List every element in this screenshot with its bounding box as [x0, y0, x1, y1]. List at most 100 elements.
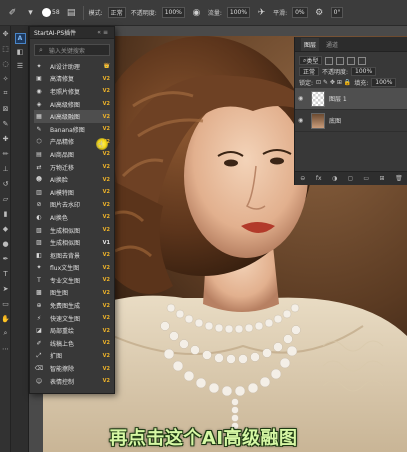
link-layers-icon[interactable]: ⊖ — [300, 175, 305, 182]
plugin-item[interactable]: ◉ 老照片修复 V2 — [34, 85, 110, 98]
smoothing-input[interactable]: 0% — [292, 7, 308, 18]
visibility-eye-icon[interactable]: ◉ — [298, 117, 307, 124]
visibility-eye-icon[interactable]: ◉ — [298, 95, 307, 102]
version-badge: V2 — [102, 264, 110, 271]
layer-opacity-input[interactable]: 100% — [351, 67, 377, 76]
photoshop-plugin-icon[interactable]: A — [11, 31, 29, 45]
path-select-tool-icon[interactable]: ➤ — [0, 281, 11, 296]
version-badge: V2 — [102, 201, 110, 208]
plugin-item[interactable]: T 专业文生图 V2 — [34, 274, 110, 287]
hd-icon: ▣ — [36, 75, 42, 83]
plugin-item[interactable]: ◈ AI高级修图 V2 — [34, 98, 110, 111]
plugin-item[interactable]: ⊘ 图片去水印 V2 — [34, 199, 110, 212]
fill-input[interactable]: 100% — [371, 78, 397, 87]
fx-icon[interactable]: fx — [316, 175, 322, 182]
eraser-tool-icon[interactable]: ✐ — [6, 6, 19, 19]
healing-tool-icon[interactable]: ✚ — [0, 131, 11, 146]
smart-erase-icon: ⌫ — [34, 365, 44, 373]
layer-row-background[interactable]: ◉ 底图 — [295, 110, 407, 132]
tab-layers[interactable]: 图层 — [301, 38, 320, 51]
adjust-filter-icon[interactable] — [336, 56, 345, 65]
version-badge: V2 — [102, 352, 110, 359]
type-filter-icon[interactable] — [347, 56, 356, 65]
dropdown-arrow-icon[interactable]: ▾ — [24, 6, 37, 19]
fill-label: 填充: — [354, 80, 369, 87]
pixel-filter-icon[interactable] — [325, 56, 334, 65]
version-badge: V2 — [102, 189, 110, 196]
lock-icons[interactable]: ⊡ ✎ ✥ ⊞ 🔒 — [316, 79, 351, 86]
plugin-item[interactable]: ▣ 高清修复 V2 — [34, 73, 110, 86]
plugin-item[interactable]: ▥ AI模特图 V2 — [34, 186, 110, 199]
type-tool-icon[interactable]: T — [0, 266, 11, 281]
adjustment-icon[interactable]: ◻ — [348, 175, 353, 182]
plugin-item[interactable]: ▨ 生成相似图 V1 — [34, 236, 110, 249]
panel-controls-icon[interactable]: «≡ — [97, 29, 110, 36]
angle-input[interactable]: 0° — [330, 7, 344, 18]
plugin-item[interactable]: ✦ AI设计助理 👑 — [34, 60, 110, 73]
move-tool-icon[interactable]: ✥ — [0, 26, 11, 41]
frame-tool-icon[interactable]: ⊠ — [0, 101, 11, 116]
blend-mode-select[interactable]: 正常 — [299, 67, 320, 76]
plugin-item[interactable]: ✦ flux文生图 V2 — [34, 262, 110, 275]
watermark-icon: ⊘ — [36, 201, 42, 209]
plugin-search-placeholder: 输入关键搜索 — [48, 47, 85, 55]
plugin-panel-title[interactable]: StartAI-PS插件 — [34, 28, 76, 37]
pen-tool-icon[interactable]: ✒ — [0, 251, 11, 266]
plugin-item[interactable]: ⚡ 快速文生图 V2 — [34, 312, 110, 325]
pressure-opacity-icon[interactable]: ◉ — [190, 6, 203, 19]
eyedropper-tool-icon[interactable]: ✎ — [0, 116, 11, 131]
version-badge: V2 — [102, 88, 110, 95]
group-icon[interactable]: ▭ — [363, 175, 369, 182]
zoom-tool-icon[interactable]: ⌕ — [0, 326, 11, 341]
plugin-item[interactable]: ✎ Banana修图 V2 — [34, 123, 110, 136]
stamp-tool-icon[interactable]: ⊥ — [0, 161, 11, 176]
plugin-item[interactable]: ▧ 生成相似图 V2 — [34, 224, 110, 237]
plugin-item[interactable]: ▩ 图生图 V2 — [34, 287, 110, 300]
new-layer-icon[interactable]: ⊞ — [380, 175, 385, 182]
layer-row-layer1[interactable]: ◉ 图层 1 — [295, 88, 407, 110]
plugin-item[interactable]: ◪ 局部重绘 V2 — [34, 324, 110, 337]
version-badge: V2 — [102, 302, 110, 309]
dodge-tool-icon[interactable]: ● — [0, 236, 11, 251]
eraser-tool-icon[interactable]: ▱ — [0, 191, 11, 206]
airbrush-icon[interactable]: ✈ — [255, 6, 268, 19]
brush-tool-icon[interactable]: ✏ — [0, 146, 11, 161]
quick-select-tool-icon[interactable]: ✧ — [0, 71, 11, 86]
plugin-item[interactable]: ✐ 线稿上色 V2 — [34, 337, 110, 350]
blur-tool-icon[interactable]: ◆ — [0, 221, 11, 236]
plugin-item[interactable]: ⌫ 智能擦除 V2 — [34, 362, 110, 375]
hand-tool-icon[interactable]: ✋ — [0, 311, 11, 326]
plugin-item[interactable]: ⤢ 扩图 V2 — [34, 350, 110, 363]
opacity-input[interactable]: 100% — [161, 7, 185, 18]
plugin-item[interactable]: ▦ AI高级融图 V2 — [34, 110, 110, 123]
marquee-tool-icon[interactable]: ⬚ — [0, 41, 11, 56]
smoothing-settings-icon[interactable]: ⚙ — [313, 6, 326, 19]
shape-filter-icon[interactable] — [358, 56, 367, 65]
plugin-item[interactable]: ◐ AI换色 V2 — [34, 211, 110, 224]
mask-icon[interactable]: ◑ — [332, 175, 337, 182]
lasso-tool-icon[interactable]: ◌ — [0, 56, 11, 71]
plugin-item[interactable]: ☺ 表情控制 V2 — [34, 375, 110, 388]
brush-settings-icon[interactable]: ▤ — [65, 6, 78, 19]
gradient-tool-icon[interactable]: ▮ — [0, 206, 11, 221]
history-brush-tool-icon[interactable]: ↺ — [0, 176, 11, 191]
layer-name: 底图 — [329, 118, 342, 125]
layer-kind-select[interactable]: ⌕ 类型 — [299, 56, 323, 65]
plugin-item[interactable]: ⊕ 免费图生成 V2 — [34, 299, 110, 312]
tab-channels[interactable]: 通道 — [323, 38, 341, 51]
plugin-item[interactable]: ⇄ 万物迁移 V2 — [34, 161, 110, 174]
more-tools-icon[interactable]: ⋯ — [0, 341, 11, 356]
delete-layer-icon[interactable]: 🗑 — [395, 175, 403, 182]
plugin-item[interactable]: ☻ AI换脸 V2 — [34, 173, 110, 186]
shape-tool-icon[interactable]: ▭ — [0, 296, 11, 311]
crop-tool-icon[interactable]: ⌗ — [0, 86, 11, 101]
layers-shortcut-icon[interactable]: ◧ — [11, 45, 29, 59]
flux-icon: ✦ — [36, 264, 42, 272]
mode-select[interactable]: 正常 — [107, 7, 126, 18]
adjust-shortcut-icon[interactable]: ☰ — [11, 59, 29, 73]
brush-preset-picker[interactable]: 58 — [42, 8, 60, 17]
plugin-item[interactable]: ◧ 抠图去背景 V2 — [34, 249, 110, 262]
plugin-search-input[interactable]: ⌕ 输入关键搜索 — [34, 44, 110, 56]
flow-input[interactable]: 100% — [226, 7, 251, 18]
layers-panel-footer: ⊖ fx ◑ ◻ ▭ ⊞ 🗑 — [295, 171, 407, 185]
